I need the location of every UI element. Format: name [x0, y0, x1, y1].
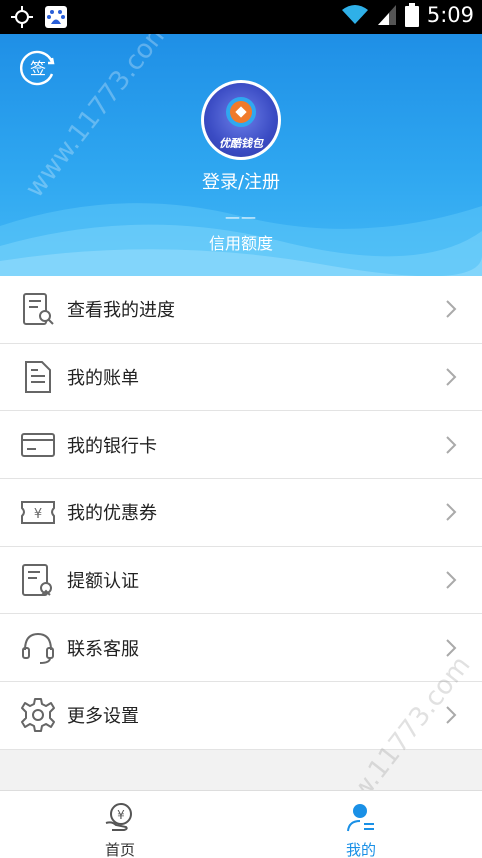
chevron-right-icon	[446, 503, 457, 522]
menu-item-bank-card[interactable]: 我的银行卡	[0, 411, 482, 480]
svg-text:¥: ¥	[117, 808, 125, 822]
credit-label: 信用额度	[208, 234, 273, 253]
bill-icon	[25, 361, 51, 394]
bottom-navigation: ¥ 首页 我的	[0, 790, 482, 858]
location-icon	[11, 6, 33, 28]
menu-item-label: 查看我的进度	[67, 300, 175, 322]
wifi-icon	[341, 5, 368, 24]
menu-item-coupon[interactable]: ¥ 我的优惠券	[0, 479, 482, 547]
login-register-link[interactable]: 登录/注册	[0, 168, 482, 194]
tab-mine-label: 我的	[345, 841, 376, 858]
progress-doc-icon	[23, 293, 54, 326]
avatar[interactable]: 优酷钱包	[201, 80, 281, 160]
menu-item-customer-service[interactable]: 联系客服	[0, 614, 482, 683]
tab-mine[interactable]: 我的	[301, 791, 421, 858]
menu-item-progress[interactable]: 查看我的进度	[0, 276, 482, 344]
tab-home[interactable]: ¥ 首页	[60, 791, 180, 858]
headset-icon	[22, 632, 54, 664]
home-money-icon: ¥	[105, 803, 132, 831]
sign-in-checkin-button[interactable]: 签	[18, 48, 58, 88]
profile-header: 签 优酷钱包 登录/注册 —— 信用额度 www.11773.com	[0, 34, 482, 276]
svg-text:签: 签	[30, 59, 46, 78]
battery-icon	[404, 3, 419, 27]
tab-home-label: 首页	[104, 841, 135, 858]
avatar-brand-text: 优酷钱包	[219, 137, 263, 150]
gear-icon	[21, 698, 55, 733]
chevron-right-icon	[446, 300, 457, 319]
sign-icon: 签	[20, 50, 55, 86]
clock: 5:09	[426, 3, 474, 27]
wallet-logo-icon	[226, 97, 256, 127]
profile-menu: 查看我的进度 我的账单 我的银行卡 ¥ 我的优惠券 提额认证 联系客服 更多设置	[0, 276, 482, 750]
coupon-icon: ¥	[21, 501, 55, 525]
menu-item-label: 我的账单	[67, 368, 139, 390]
credit-amount: ——	[225, 208, 257, 226]
user-icon	[347, 804, 374, 832]
baidu-app-icon	[45, 6, 67, 28]
bank-card-icon	[21, 432, 55, 457]
menu-item-label: 更多设置	[67, 706, 139, 728]
menu-item-label: 我的银行卡	[67, 435, 157, 457]
chevron-right-icon	[446, 571, 457, 589]
menu-item-limit-certify[interactable]: 提额认证	[0, 547, 482, 615]
menu-item-label: 提额认证	[67, 571, 139, 593]
chevron-right-icon	[446, 436, 457, 454]
chevron-right-icon	[446, 368, 457, 386]
svg-text:¥: ¥	[34, 507, 42, 522]
status-bar: 5:09	[0, 0, 482, 34]
signal-icon	[377, 5, 396, 25]
menu-item-label: 联系客服	[67, 638, 139, 660]
menu-item-label: 我的优惠券	[67, 503, 157, 525]
certify-icon	[22, 564, 52, 597]
menu-item-bill[interactable]: 我的账单	[0, 344, 482, 412]
